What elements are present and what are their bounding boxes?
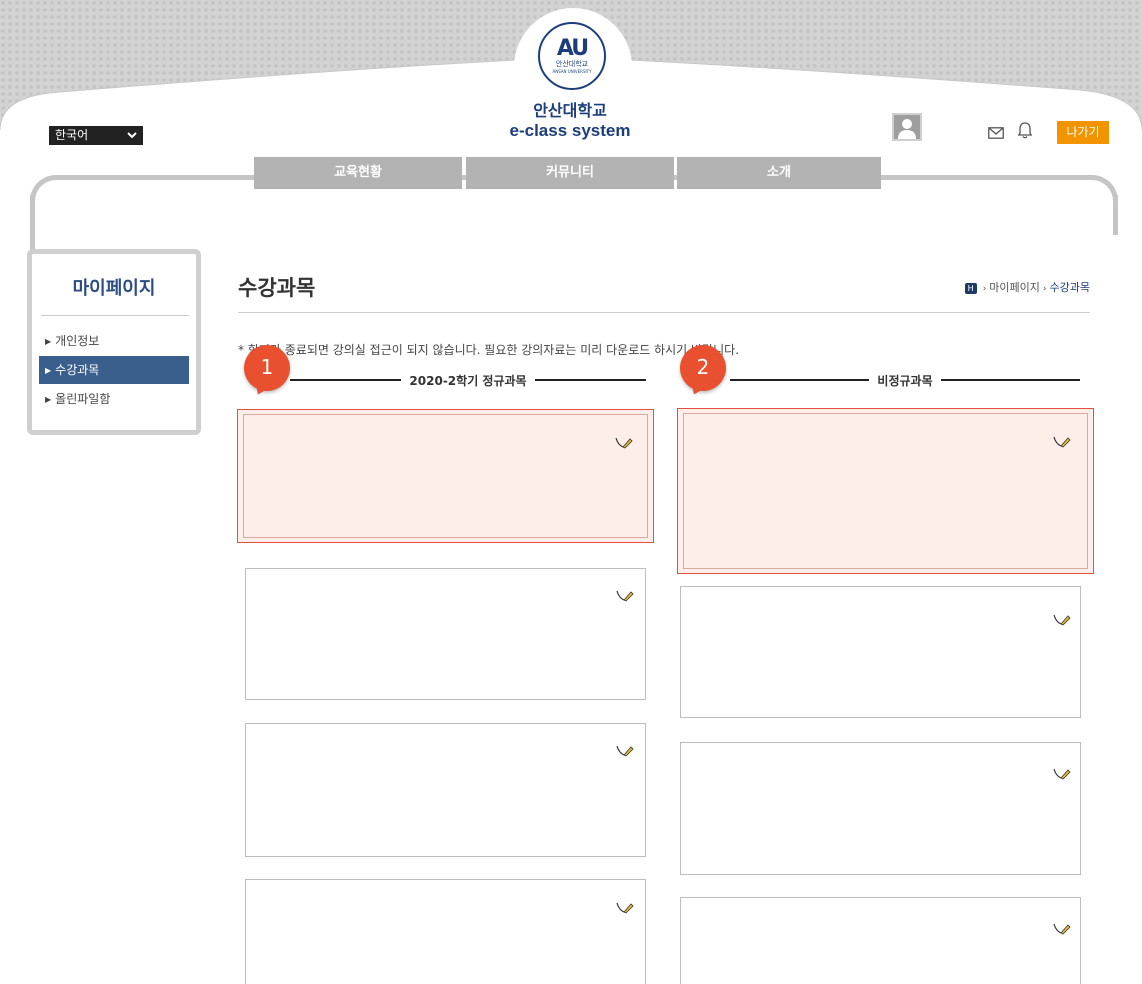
sidebar-item-label: 수강과목 (55, 363, 100, 377)
user-icon (898, 119, 916, 139)
annotation-badge-1: 1 (244, 345, 290, 391)
logo-subtext: 안산대학교 (555, 60, 589, 68)
course-card[interactable] (245, 879, 646, 984)
pencil-icon[interactable] (1053, 435, 1071, 449)
breadcrumb-parent[interactable]: 마이페이지 (989, 281, 1040, 294)
bell-icon[interactable] (1017, 121, 1033, 143)
course-card[interactable] (245, 568, 646, 700)
chevron-down-icon (127, 126, 137, 151)
language-select[interactable]: 한국어 (49, 126, 143, 145)
course-card-inner (683, 413, 1088, 569)
tab-community[interactable]: 커뮤니티 (466, 157, 674, 189)
language-value: 한국어 (55, 128, 89, 142)
nav-frame-right (1113, 195, 1118, 235)
irregular-heading-label: 비정규과목 (877, 373, 933, 388)
logo-mark: AU (556, 36, 589, 61)
heading-rule (940, 379, 1081, 381)
pencil-icon[interactable] (616, 589, 634, 603)
tab-education-status[interactable]: 교육현황 (254, 157, 462, 189)
title-divider (238, 312, 1090, 313)
course-card[interactable] (245, 723, 646, 857)
heading-rule (290, 379, 402, 381)
tab-introduction[interactable]: 소개 (677, 157, 881, 189)
nav-frame-left (30, 195, 35, 255)
school-name: 안산대학교 (533, 101, 607, 120)
sidebar-item-uploads[interactable]: ▶ 올린파일함 (39, 385, 189, 413)
pencil-icon[interactable] (1053, 613, 1071, 627)
irregular-courses-heading: 비정규과목 (730, 370, 1081, 390)
course-card[interactable] (680, 742, 1081, 875)
sidebar-item-profile[interactable]: ▶ 개인정보 (39, 327, 189, 355)
course-card[interactable] (680, 586, 1081, 718)
logo[interactable]: AU 안산대학교 ANSAN UNIVERSITY (538, 22, 606, 90)
breadcrumb-current: 수강과목 (1049, 281, 1090, 294)
heading-rule (730, 379, 870, 381)
exit-button[interactable]: 나가기 (1057, 121, 1109, 144)
chevron-right-icon: › (1042, 284, 1047, 294)
regular-heading-label: 2020-2학기 정규과목 (409, 373, 527, 388)
profile-avatar-button[interactable] (892, 113, 922, 141)
home-icon[interactable]: H (964, 283, 977, 294)
sidebar-item-courses[interactable]: ▶ 수강과목 (39, 356, 189, 384)
sidebar-title: 마이페이지 (72, 278, 156, 299)
pencil-icon[interactable] (616, 901, 634, 915)
system-name: e-class system (509, 121, 631, 140)
chevron-right-icon: › (982, 284, 987, 294)
regular-courses-heading: 2020-2학기 정규과목 (290, 370, 646, 390)
breadcrumb: H › 마이페이지 › 수강과목 (964, 279, 1090, 295)
notice-text: * 학기가 종료되면 강의실 접근이 되지 않습니다. 필요한 강의자료는 미리… (238, 343, 740, 357)
sidebar-item-label: 올린파일함 (55, 392, 111, 406)
sidebar-item-label: 개인정보 (55, 334, 100, 348)
caret-right-icon: ▶ (45, 395, 52, 404)
pencil-icon[interactable] (616, 744, 634, 758)
pencil-icon[interactable] (615, 436, 633, 450)
heading-rule (534, 379, 646, 381)
page-title: 수강과목 (238, 276, 316, 300)
course-card-inner (243, 414, 648, 538)
logo-tinytext: ANSAN UNIVERSITY (552, 69, 592, 74)
caret-right-icon: ▶ (45, 337, 52, 346)
mail-icon[interactable] (988, 124, 1004, 143)
course-card[interactable] (237, 409, 654, 543)
annotation-badge-2: 2 (680, 345, 726, 391)
caret-right-icon: ▶ (45, 366, 52, 375)
course-card[interactable] (680, 897, 1081, 984)
course-card[interactable] (677, 408, 1094, 574)
pencil-icon[interactable] (1053, 922, 1071, 936)
sidebar: 마이페이지 ▶ 개인정보 ▶ 수강과목 ▶ 올린파일함 (27, 249, 201, 435)
sidebar-divider (41, 315, 189, 316)
pencil-icon[interactable] (1053, 767, 1071, 781)
